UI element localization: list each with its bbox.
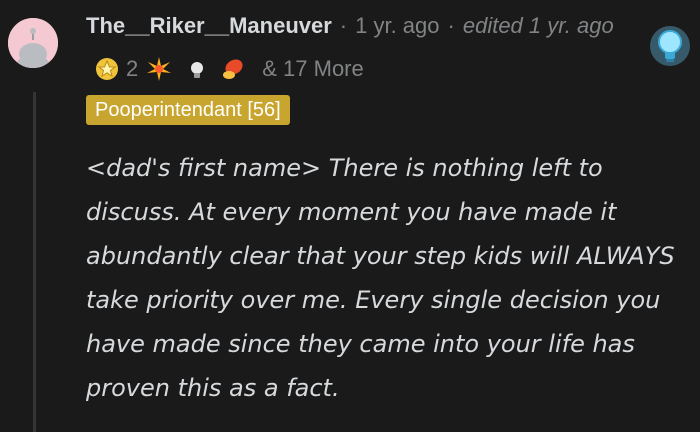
comment-age[interactable]: 1 yr. ago [355, 10, 439, 42]
username-link[interactable]: The__Riker__Maneuver [86, 10, 332, 42]
snoo-avatar-icon [8, 18, 58, 68]
user-flair: Pooperintendant [56] [86, 95, 290, 125]
edited-label: edited 1 yr. ago [462, 13, 614, 38]
separator-dot: · [447, 13, 455, 38]
comment-body: <dad's first name> There is nothing left… [86, 154, 675, 402]
more-awards-link[interactable]: & 17 More [262, 56, 364, 82]
thread-line[interactable] [33, 92, 36, 432]
helpful-lightbulb-award-icon[interactable] [648, 24, 692, 68]
lightbulb-award-icon[interactable] [184, 56, 210, 82]
rocket-like-award-icon[interactable] [220, 56, 246, 82]
user-avatar[interactable] [8, 18, 58, 68]
award-count: 2 [126, 56, 139, 81]
awards-row[interactable]: 2 & 17 More [94, 54, 364, 84]
silver-award-icon[interactable] [94, 56, 120, 82]
sparkle-explosion-award-icon[interactable] [146, 56, 172, 82]
separator-dot: · [339, 13, 348, 38]
comment-header: The__Riker__Maneuver · 1 yr. ago · edite… [86, 10, 614, 42]
